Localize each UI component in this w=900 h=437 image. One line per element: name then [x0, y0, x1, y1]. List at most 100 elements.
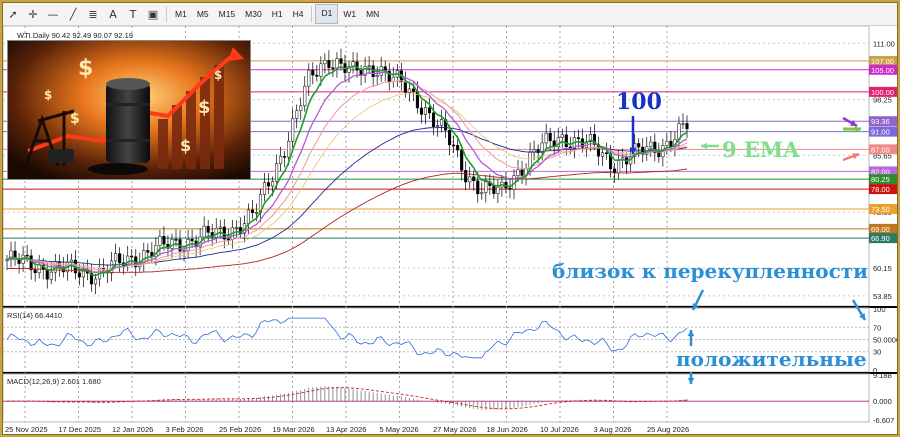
chart-toolbar: ➚ ✛ — ╱ ≣ A T ▣ M1 M5 M15 M30 H1 H4 D1 W1 MN — [3, 3, 897, 26]
candle-body — [604, 152, 609, 155]
date-tick: 19 Mar 2026 — [273, 425, 315, 434]
candle-body — [480, 192, 484, 195]
svg-text:$: $ — [180, 136, 191, 155]
timeframe-m1[interactable]: M1 — [170, 5, 192, 23]
rsi-label: RSI(14) 66.4410 — [7, 311, 62, 320]
candle-body — [33, 269, 37, 274]
date-tick: 5 May 2026 — [380, 425, 419, 434]
macd-pane — [3, 373, 870, 423]
price-level-label: 105.00 — [871, 66, 894, 75]
candle-body — [190, 239, 194, 242]
candle-body — [637, 143, 641, 148]
timeframe-buttons: M1 M5 M15 M30 H1 H4 D1 W1 MN — [170, 4, 384, 24]
candle-body — [162, 236, 166, 245]
candle-body — [613, 168, 617, 174]
date-tick: 18 Jun 2026 — [487, 425, 528, 434]
candle-body — [158, 236, 162, 246]
timeframe-w1[interactable]: W1 — [338, 5, 361, 23]
candle-body — [516, 169, 520, 176]
candle-body — [367, 65, 371, 68]
candle-body — [254, 212, 259, 214]
candle-body — [206, 225, 210, 233]
candle-body — [431, 112, 436, 127]
candle-body — [307, 69, 311, 87]
candle-body — [218, 226, 222, 229]
label-icon[interactable]: T — [123, 5, 143, 23]
price-tick: 60.15 — [873, 264, 892, 273]
candle-body — [45, 269, 49, 280]
candle-body — [291, 118, 295, 142]
timeframe-h1[interactable]: H1 — [267, 5, 288, 23]
candle-body — [468, 176, 472, 183]
timeframe-m15[interactable]: M15 — [214, 5, 241, 23]
candle-body — [427, 107, 432, 114]
cursor-icon[interactable]: ➚ — [3, 5, 23, 23]
candle-body — [564, 134, 568, 148]
candle-body — [440, 119, 444, 126]
candle-body — [295, 110, 299, 119]
candle-body — [435, 125, 440, 127]
candle-body — [448, 129, 452, 146]
trendline-icon[interactable]: ╱ — [63, 5, 83, 23]
svg-text:$: $ — [214, 68, 222, 82]
candle-body — [375, 75, 379, 77]
date-tick: 27 May 2026 — [433, 425, 476, 434]
candle-body — [287, 140, 291, 158]
price-tick: 111.00 — [873, 39, 895, 48]
candle-body — [279, 156, 283, 165]
candle-body — [319, 63, 323, 77]
text-icon[interactable]: A — [103, 5, 123, 23]
candle-body — [214, 228, 218, 238]
price-level-label: 78.00 — [871, 185, 890, 194]
chart-title: WTI.Daily 90.42 92.49 90.07 92.19 — [17, 31, 133, 40]
candle-body — [250, 209, 254, 213]
candle-body — [283, 156, 287, 158]
candle-body — [174, 239, 178, 241]
price-level-label: 91.00 — [871, 128, 890, 137]
candle-body — [266, 182, 271, 187]
candle-body — [544, 132, 548, 144]
candle-body — [146, 250, 150, 253]
date-tick: 25 Aug 2026 — [647, 425, 689, 434]
timeframe-m5[interactable]: M5 — [192, 5, 214, 23]
timeframe-mn[interactable]: MN — [361, 5, 384, 23]
candle-body — [303, 85, 307, 107]
crosshair-icon[interactable]: ✛ — [23, 5, 43, 23]
toolbar-divider — [166, 6, 167, 22]
price-level-label: 80.25 — [871, 175, 890, 184]
svg-text:$: $ — [44, 88, 52, 102]
candle-body — [548, 132, 552, 142]
candle-body — [275, 163, 279, 182]
candle-body — [114, 253, 118, 262]
horizontal-line-icon[interactable]: — — [43, 5, 63, 23]
candle-body — [226, 238, 230, 241]
fibonacci-icon[interactable]: ≣ — [83, 5, 103, 23]
shapes-icon[interactable]: ▣ — [143, 5, 163, 23]
date-tick: 10 Jul 2026 — [540, 425, 579, 434]
candle-body — [170, 239, 174, 249]
candle-body — [600, 152, 605, 157]
price-level-label: 93.36 — [871, 117, 890, 126]
candle-body — [327, 60, 331, 68]
candle-body — [452, 144, 456, 147]
oil-illustration: $ $ $ $ $ $ — [7, 40, 251, 180]
candle-body — [649, 141, 653, 148]
drawing-tools: ➚ ✛ — ╱ ≣ A T ▣ — [3, 5, 163, 23]
price-level-label: 107.00 — [871, 57, 894, 66]
candle-body — [576, 137, 580, 139]
date-tick: 25 Nov 2025 — [5, 425, 48, 434]
candle-body — [25, 254, 29, 257]
candle-body — [456, 145, 460, 151]
date-tick: 12 Jan 2026 — [112, 425, 153, 434]
candle-body — [355, 61, 359, 71]
candle-body — [182, 250, 186, 252]
date-tick: 17 Dec 2025 — [59, 425, 102, 434]
candle-body — [617, 160, 621, 174]
positive-annotation: положительные — [676, 347, 867, 371]
timeframe-d1[interactable]: D1 — [315, 4, 339, 24]
timeframe-h4[interactable]: H4 — [288, 5, 309, 23]
timeframe-m30[interactable]: M30 — [240, 5, 267, 23]
price-tick: 98.25 — [873, 96, 892, 105]
candle-body — [560, 134, 564, 138]
candle-body — [460, 149, 464, 171]
